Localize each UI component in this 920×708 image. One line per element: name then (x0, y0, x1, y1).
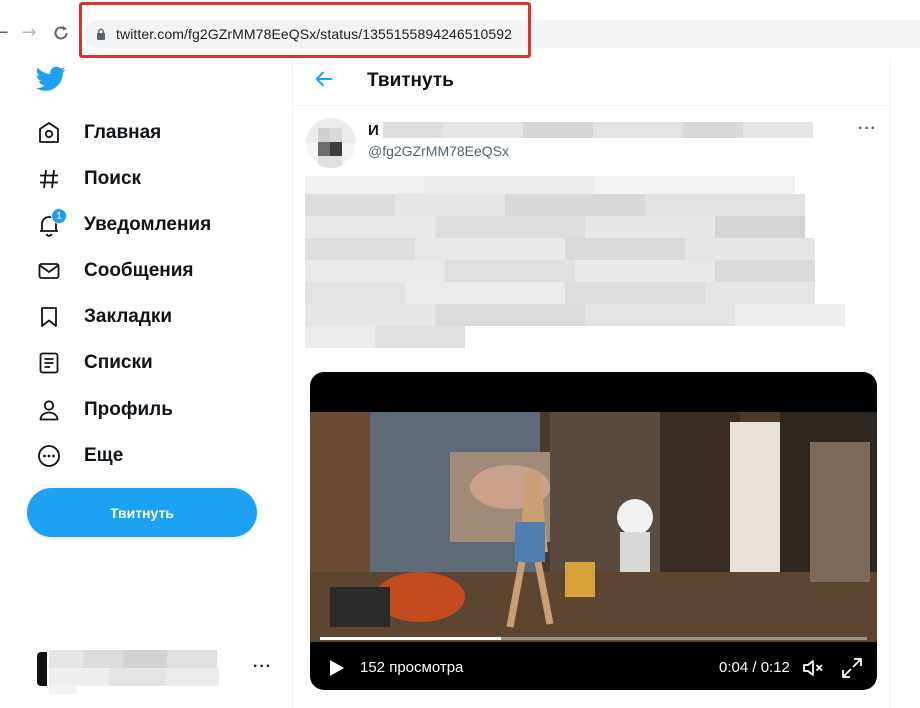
sidebar-item-label: Главная (84, 122, 162, 143)
sidebar-item-label: Поиск (84, 168, 142, 189)
sidebar-item-label: Списки (84, 352, 153, 373)
video-progress-bar[interactable] (320, 637, 867, 640)
sidebar-item-label: Профиль (84, 399, 173, 420)
sidebar-item-label: Закладки (84, 306, 173, 327)
envelope-icon (36, 258, 62, 284)
more-circle-icon (36, 443, 62, 469)
video-time: 0:04 / 0:12 (719, 659, 790, 676)
main-header: Твитнуть (293, 58, 891, 106)
person-icon (36, 397, 62, 423)
mute-icon[interactable] (801, 656, 825, 680)
forward-arrow-icon[interactable]: → (18, 22, 40, 44)
reload-icon[interactable] (50, 22, 72, 44)
fullscreen-icon[interactable] (840, 656, 864, 680)
avatar[interactable] (306, 118, 356, 168)
author-name[interactable]: И (368, 122, 379, 139)
sidebar-item-label: Уведомления (84, 214, 212, 235)
video-progress-fill (320, 637, 501, 640)
sidebar-item-messages[interactable]: Сообщения (36, 256, 194, 286)
video-player[interactable]: 152 просмотра 0:04 / 0:12 (310, 372, 877, 690)
notification-badge: 1 (51, 208, 67, 224)
video-frame (310, 412, 877, 642)
bell-icon: 1 (36, 208, 67, 238)
sidebar-item-search[interactable]: Поиск (36, 164, 141, 194)
sidebar: Главная Поиск 1 Уведомления Сообщения За… (0, 58, 292, 708)
url-highlight-box (79, 2, 531, 58)
back-arrow-icon[interactable]: ← (0, 22, 12, 44)
play-icon[interactable] (326, 658, 346, 678)
blurred-tweet-text (305, 176, 855, 358)
sidebar-item-profile[interactable]: Профиль (36, 395, 173, 425)
back-arrow-icon[interactable] (313, 68, 335, 90)
account-more-icon[interactable]: ··· (253, 658, 272, 676)
bookmark-icon (36, 304, 62, 330)
hashtag-icon (36, 166, 62, 192)
twitter-bird-icon[interactable] (36, 66, 66, 92)
list-icon (36, 350, 62, 376)
sidebar-item-more[interactable]: Еще (36, 441, 123, 471)
sidebar-item-home[interactable]: Главная (36, 118, 161, 148)
sidebar-item-bookmarks[interactable]: Закладки (36, 302, 172, 332)
page-title: Твитнуть (367, 70, 454, 91)
sidebar-item-label: Еще (84, 445, 124, 466)
browser-toolbar: ← → twitter.com/fg2GZrMM78EeQSx/status/1… (0, 0, 920, 58)
view-count: 152 просмотра (360, 659, 464, 676)
tweet-button[interactable]: Твитнуть (27, 488, 257, 537)
tweet-more-icon[interactable]: ··· (858, 120, 877, 138)
main-column: Твитнуть И @fg2GZrMM78EeQSx ··· 152 прос… (292, 58, 891, 708)
author-handle[interactable]: @fg2GZrMM78EeQSx (368, 143, 509, 159)
sidebar-item-lists[interactable]: Списки (36, 348, 153, 378)
sidebar-item-notifications[interactable]: 1 Уведомления (36, 208, 212, 240)
sidebar-item-label: Сообщения (84, 260, 194, 281)
account-switcher[interactable]: ··· (37, 648, 277, 694)
author-initial: И (368, 122, 379, 139)
home-icon (36, 120, 62, 146)
avatar (37, 652, 47, 686)
